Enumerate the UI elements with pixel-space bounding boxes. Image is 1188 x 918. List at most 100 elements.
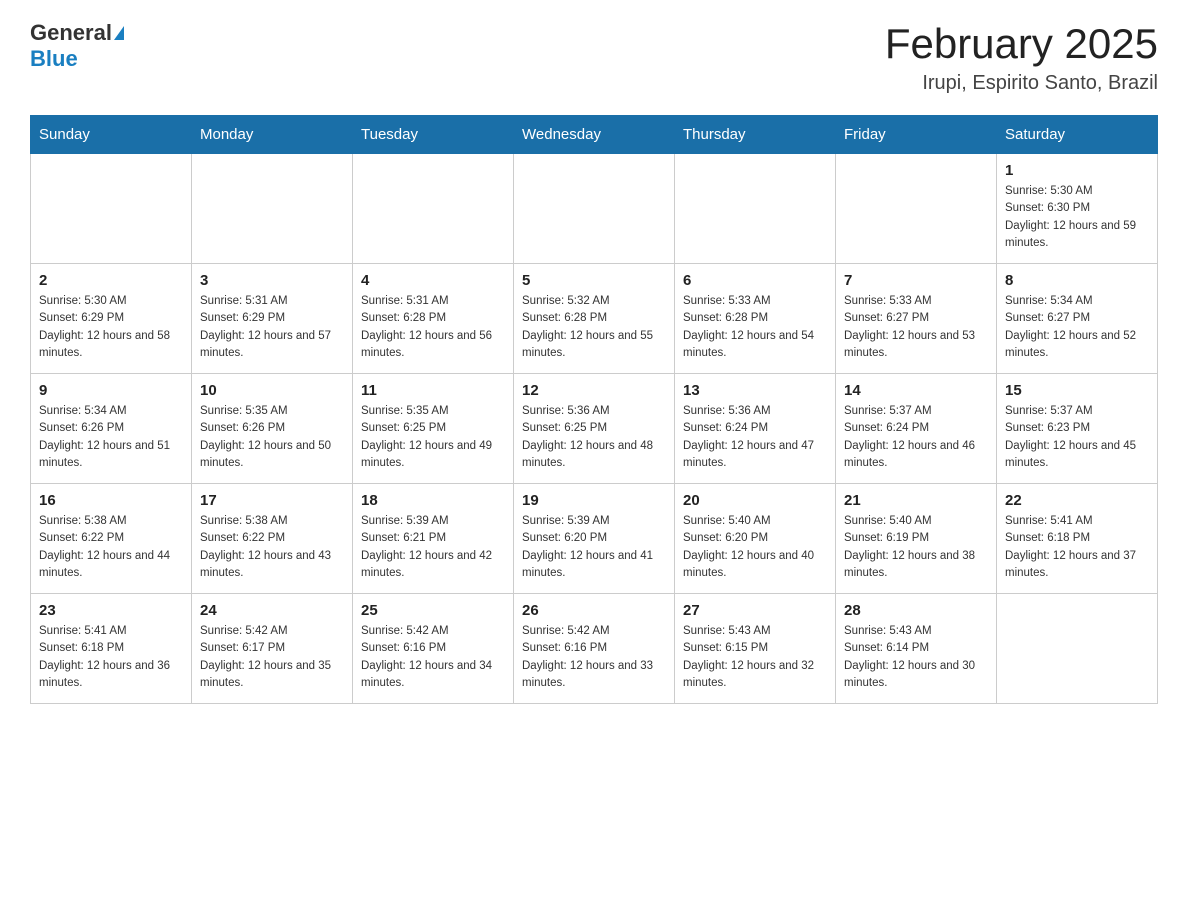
day-info: Sunrise: 5:37 AMSunset: 6:24 PMDaylight:… [844, 403, 988, 472]
calendar-cell: 8 Sunrise: 5:34 AMSunset: 6:27 PMDaylight… [997, 264, 1158, 374]
day-of-week-header: Tuesday [353, 116, 514, 154]
calendar-cell: 23 Sunrise: 5:41 AMSunset: 6:18 PMDayligh… [31, 594, 192, 704]
calendar-header-row: SundayMondayTuesdayWednesdayThursdayFrid… [31, 116, 1158, 154]
logo-general: General [30, 20, 112, 46]
calendar-cell: 20 Sunrise: 5:40 AMSunset: 6:20 PMDayligh… [675, 484, 836, 594]
day-of-week-header: Saturday [997, 116, 1158, 154]
day-of-week-header: Sunday [31, 116, 192, 154]
calendar-cell: 24 Sunrise: 5:42 AMSunset: 6:17 PMDayligh… [192, 594, 353, 704]
calendar-cell: 10 Sunrise: 5:35 AMSunset: 6:26 PMDayligh… [192, 374, 353, 484]
location: Irupi, Espirito Santo, Brazil [885, 72, 1158, 95]
calendar-cell: 16 Sunrise: 5:38 AMSunset: 6:22 PMDayligh… [31, 484, 192, 594]
calendar-cell: 27 Sunrise: 5:43 AMSunset: 6:15 PMDayligh… [675, 594, 836, 704]
calendar-cell [192, 154, 353, 264]
day-number: 27 [683, 602, 827, 619]
day-number: 16 [39, 492, 183, 509]
calendar-cell: 14 Sunrise: 5:37 AMSunset: 6:24 PMDayligh… [836, 374, 997, 484]
day-info: Sunrise: 5:30 AMSunset: 6:29 PMDaylight:… [39, 293, 183, 362]
day-number: 24 [200, 602, 344, 619]
day-number: 15 [1005, 382, 1149, 399]
day-info: Sunrise: 5:36 AMSunset: 6:25 PMDaylight:… [522, 403, 666, 472]
day-of-week-header: Wednesday [514, 116, 675, 154]
day-number: 18 [361, 492, 505, 509]
day-info: Sunrise: 5:41 AMSunset: 6:18 PMDaylight:… [39, 623, 183, 692]
calendar-cell: 17 Sunrise: 5:38 AMSunset: 6:22 PMDayligh… [192, 484, 353, 594]
day-number: 17 [200, 492, 344, 509]
week-row: 9Sunrise: 5:34 AMSunset: 6:26 PMDaylight… [31, 374, 1158, 484]
day-number: 12 [522, 382, 666, 399]
day-number: 20 [683, 492, 827, 509]
day-info: Sunrise: 5:43 AMSunset: 6:15 PMDaylight:… [683, 623, 827, 692]
day-number: 1 [1005, 162, 1149, 179]
day-number: 25 [361, 602, 505, 619]
day-info: Sunrise: 5:34 AMSunset: 6:27 PMDaylight:… [1005, 293, 1149, 362]
day-info: Sunrise: 5:35 AMSunset: 6:26 PMDaylight:… [200, 403, 344, 472]
day-info: Sunrise: 5:31 AMSunset: 6:28 PMDaylight:… [361, 293, 505, 362]
day-info: Sunrise: 5:33 AMSunset: 6:27 PMDaylight:… [844, 293, 988, 362]
calendar-cell: 9Sunrise: 5:34 AMSunset: 6:26 PMDaylight… [31, 374, 192, 484]
logo-triangle-icon [114, 26, 124, 40]
day-of-week-header: Thursday [675, 116, 836, 154]
day-info: Sunrise: 5:37 AMSunset: 6:23 PMDaylight:… [1005, 403, 1149, 472]
day-info: Sunrise: 5:42 AMSunset: 6:16 PMDaylight:… [522, 623, 666, 692]
logo-blue: Blue [30, 46, 78, 71]
day-number: 22 [1005, 492, 1149, 509]
day-info: Sunrise: 5:42 AMSunset: 6:16 PMDaylight:… [361, 623, 505, 692]
calendar-cell: 2 Sunrise: 5:30 AMSunset: 6:29 PMDaylight… [31, 264, 192, 374]
day-info: Sunrise: 5:41 AMSunset: 6:18 PMDaylight:… [1005, 513, 1149, 582]
day-info: Sunrise: 5:31 AMSunset: 6:29 PMDaylight:… [200, 293, 344, 362]
calendar-cell: 13Sunrise: 5:36 AMSunset: 6:24 PMDayligh… [675, 374, 836, 484]
calendar-cell: 7Sunrise: 5:33 AMSunset: 6:27 PMDaylight… [836, 264, 997, 374]
calendar-cell [514, 154, 675, 264]
day-number: 19 [522, 492, 666, 509]
month-title: February 2025 [885, 20, 1158, 68]
calendar-cell: 25 Sunrise: 5:42 AMSunset: 6:16 PMDayligh… [353, 594, 514, 704]
day-info: Sunrise: 5:42 AMSunset: 6:17 PMDaylight:… [200, 623, 344, 692]
logo: General Blue [30, 20, 124, 72]
day-number: 5 [522, 272, 666, 289]
day-number: 26 [522, 602, 666, 619]
calendar-cell: 15 Sunrise: 5:37 AMSunset: 6:23 PMDayligh… [997, 374, 1158, 484]
day-of-week-header: Monday [192, 116, 353, 154]
day-info: Sunrise: 5:39 AMSunset: 6:21 PMDaylight:… [361, 513, 505, 582]
calendar-cell: 19 Sunrise: 5:39 AMSunset: 6:20 PMDayligh… [514, 484, 675, 594]
page-header: General Blue February 2025 Irupi, Espiri… [30, 20, 1158, 95]
calendar-cell: 5Sunrise: 5:32 AMSunset: 6:28 PMDaylight… [514, 264, 675, 374]
week-row: 1 Sunrise: 5:30 AMSunset: 6:30 PMDaylight… [31, 154, 1158, 264]
calendar-cell: 3Sunrise: 5:31 AMSunset: 6:29 PMDaylight… [192, 264, 353, 374]
day-of-week-header: Friday [836, 116, 997, 154]
day-info: Sunrise: 5:38 AMSunset: 6:22 PMDaylight:… [39, 513, 183, 582]
calendar-cell [31, 154, 192, 264]
day-number: 2 [39, 272, 183, 289]
calendar-cell: 4 Sunrise: 5:31 AMSunset: 6:28 PMDaylight… [353, 264, 514, 374]
day-info: Sunrise: 5:40 AMSunset: 6:20 PMDaylight:… [683, 513, 827, 582]
week-row: 16 Sunrise: 5:38 AMSunset: 6:22 PMDayligh… [31, 484, 1158, 594]
calendar-table: SundayMondayTuesdayWednesdayThursdayFrid… [30, 115, 1158, 704]
title-section: February 2025 Irupi, Espirito Santo, Bra… [885, 20, 1158, 95]
day-number: 21 [844, 492, 988, 509]
day-number: 8 [1005, 272, 1149, 289]
day-info: Sunrise: 5:38 AMSunset: 6:22 PMDaylight:… [200, 513, 344, 582]
day-number: 23 [39, 602, 183, 619]
calendar-cell [997, 594, 1158, 704]
day-info: Sunrise: 5:33 AMSunset: 6:28 PMDaylight:… [683, 293, 827, 362]
day-info: Sunrise: 5:30 AMSunset: 6:30 PMDaylight:… [1005, 183, 1149, 252]
day-number: 14 [844, 382, 988, 399]
day-info: Sunrise: 5:39 AMSunset: 6:20 PMDaylight:… [522, 513, 666, 582]
day-number: 11 [361, 382, 505, 399]
calendar-cell: 6 Sunrise: 5:33 AMSunset: 6:28 PMDaylight… [675, 264, 836, 374]
week-row: 23 Sunrise: 5:41 AMSunset: 6:18 PMDayligh… [31, 594, 1158, 704]
day-number: 9 [39, 382, 183, 399]
calendar-cell: 22 Sunrise: 5:41 AMSunset: 6:18 PMDayligh… [997, 484, 1158, 594]
calendar-cell [675, 154, 836, 264]
day-info: Sunrise: 5:43 AMSunset: 6:14 PMDaylight:… [844, 623, 988, 692]
calendar-cell: 1 Sunrise: 5:30 AMSunset: 6:30 PMDaylight… [997, 154, 1158, 264]
day-info: Sunrise: 5:36 AMSunset: 6:24 PMDaylight:… [683, 403, 827, 472]
day-info: Sunrise: 5:35 AMSunset: 6:25 PMDaylight:… [361, 403, 505, 472]
calendar-cell [353, 154, 514, 264]
day-number: 10 [200, 382, 344, 399]
day-number: 28 [844, 602, 988, 619]
calendar-cell: 12 Sunrise: 5:36 AMSunset: 6:25 PMDayligh… [514, 374, 675, 484]
day-number: 6 [683, 272, 827, 289]
day-number: 4 [361, 272, 505, 289]
